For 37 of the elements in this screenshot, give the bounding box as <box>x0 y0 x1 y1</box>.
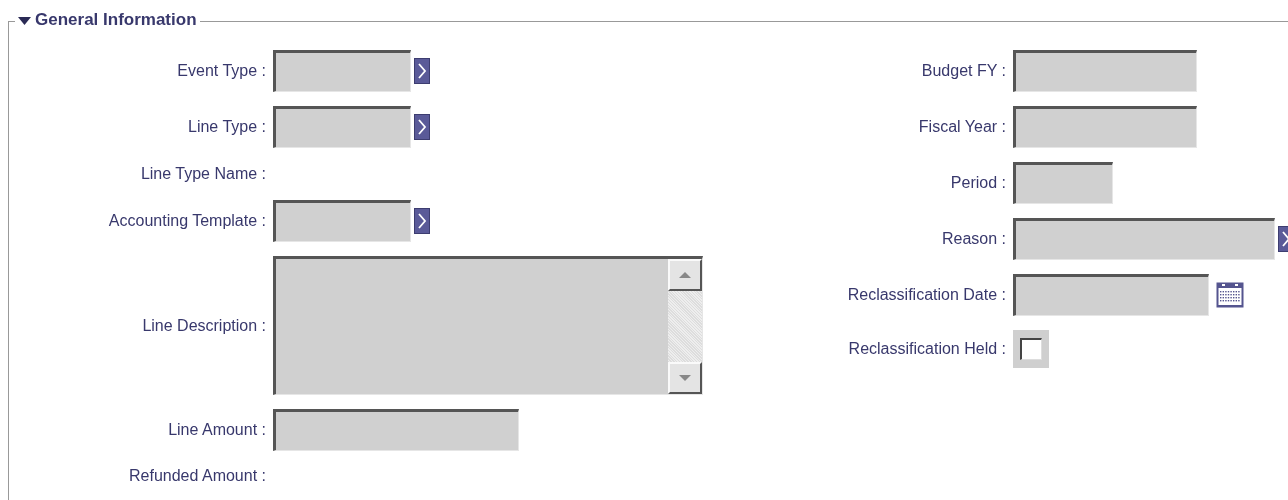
field-label: Event Type : <box>176 62 267 80</box>
input-field[interactable] <box>1013 106 1197 148</box>
section-title: General Information <box>35 10 197 30</box>
scroll-down-button[interactable] <box>668 362 702 394</box>
input-field[interactable] <box>1013 162 1113 204</box>
input-field[interactable] <box>273 50 411 92</box>
down-arrow-icon <box>678 374 692 382</box>
field-label: Line Description : <box>141 316 267 335</box>
text-area[interactable] <box>273 256 703 395</box>
field-label: Refunded Amount : <box>128 467 267 485</box>
scroll-up-button[interactable] <box>668 259 702 291</box>
lookup-button[interactable] <box>414 208 430 234</box>
lookup-button[interactable] <box>414 114 430 140</box>
field-label: Line Type Name : <box>139 165 267 183</box>
field-label: Reclassification Held : <box>847 340 1007 358</box>
field-label: Reason : <box>940 230 1007 248</box>
input-field[interactable] <box>273 409 519 451</box>
input-field[interactable] <box>273 200 411 242</box>
field-label: Budget FY : <box>920 62 1007 80</box>
chevron-icon <box>1281 230 1288 248</box>
calendar-icon[interactable] <box>1216 282 1244 308</box>
field-label: Line Type : <box>187 118 267 136</box>
chevron-icon <box>417 118 427 136</box>
field-label: Accounting Template : <box>107 212 267 230</box>
field-label: Fiscal Year : <box>917 118 1007 136</box>
lookup-button[interactable] <box>414 58 430 84</box>
input-field[interactable] <box>273 106 411 148</box>
input-field[interactable] <box>1013 274 1209 316</box>
field-label: Line Amount : <box>167 421 267 439</box>
up-arrow-icon <box>678 271 692 279</box>
field-label: Reclassification Date : <box>846 286 1007 304</box>
input-field[interactable] <box>1013 218 1275 260</box>
chevron-icon <box>417 62 427 80</box>
checkbox[interactable] <box>1020 338 1042 360</box>
chevron-icon <box>417 212 427 230</box>
input-field[interactable] <box>1013 50 1197 92</box>
field-label: Period : <box>949 174 1007 192</box>
